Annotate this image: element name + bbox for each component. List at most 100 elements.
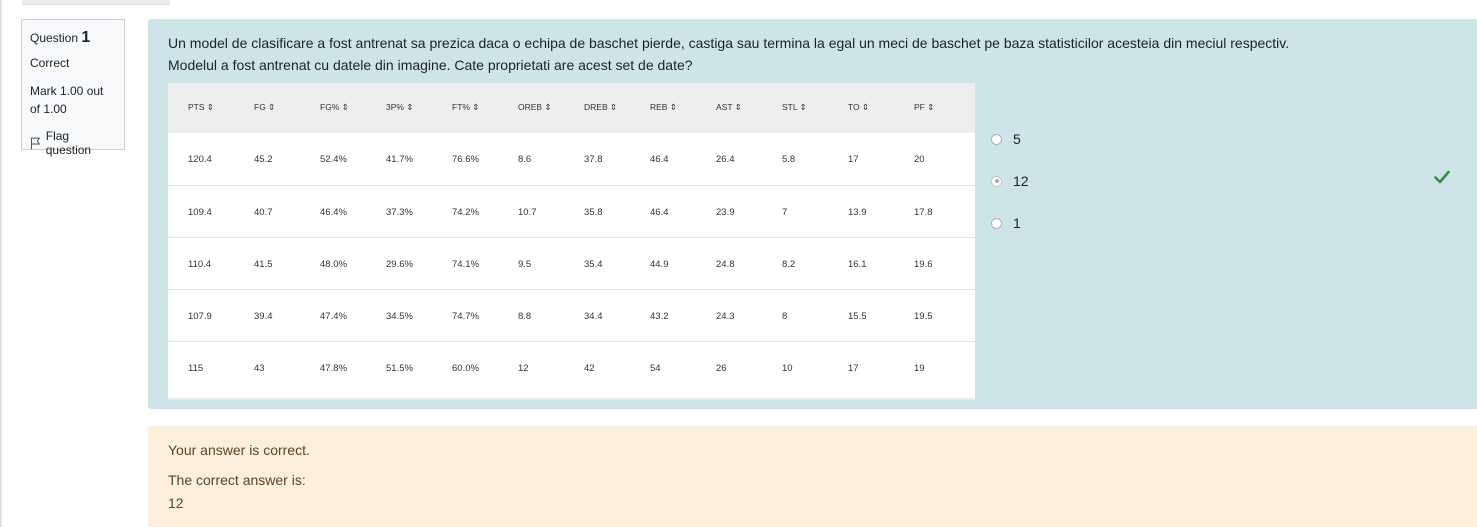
table-row: 109.4 40.7 46.4% 37.3% 74.2% 10.7 35.8 46.4 23.9… <box>168 185 975 238</box>
table-cell-oreb: 9.5 <box>518 259 532 270</box>
table-cell-ft-pct: 74.1% <box>452 259 479 270</box>
table-cell-3p-pct: 34.5% <box>386 311 413 322</box>
table-cell-ast: 26.4 <box>716 154 735 165</box>
radio-option-1[interactable] <box>991 217 1002 229</box>
answer-option-1[interactable]: 1 <box>991 215 1021 231</box>
table-cell-oreb: 8.8 <box>518 311 532 322</box>
column-header-stl: STL ⇕ <box>782 102 807 112</box>
table-cell-fg-pct: 47.4% <box>320 311 347 322</box>
previous-region-edge <box>22 0 170 5</box>
table-cell-ast: 24.8 <box>716 259 735 270</box>
table-cell-fg: 45.2 <box>254 154 273 165</box>
table-cell-oreb: 10.7 <box>518 207 537 218</box>
table-cell-pf: 19 <box>914 363 925 374</box>
table-cell-pf: 17.8 <box>914 207 933 218</box>
table-cell-pf: 20 <box>914 154 925 165</box>
table-cell-ft-pct: 74.7% <box>452 311 479 322</box>
table-cell-reb: 46.4 <box>650 154 669 165</box>
correct-answer-value: 12 <box>168 495 184 511</box>
table-cell-fg: 40.7 <box>254 207 273 218</box>
table-cell-fg-pct: 46.4% <box>320 207 347 218</box>
table-cell-pts: 107.9 <box>188 311 212 322</box>
table-cell-ft-pct: 74.2% <box>452 207 479 218</box>
column-header-ft-pct: FT% ⇕ <box>452 102 480 112</box>
question-text-line-2: Modelul a fost antrenat cu datele din im… <box>168 57 693 73</box>
table-cell-dreb: 34.4 <box>584 311 603 322</box>
table-cell-3p-pct: 37.3% <box>386 207 413 218</box>
table-cell-fg: 43 <box>254 363 265 374</box>
table-cell-pts: 110.4 <box>188 259 212 270</box>
table-cell-pf: 19.5 <box>914 311 933 322</box>
column-header-dreb: DREB ⇕ <box>584 102 618 112</box>
table-cell-to: 15.5 <box>848 311 867 322</box>
table-cell-ast: 26 <box>716 363 727 374</box>
question-number-value: 1 <box>81 29 91 46</box>
table-cell-ft-pct: 76.6% <box>452 154 479 165</box>
table-cell-to: 16.1 <box>848 259 867 270</box>
table-row: 107.9 39.4 47.4% 34.5% 74.7% 8.8 34.4 43.2 24.3 8… <box>168 289 975 342</box>
column-header-fg: FG ⇕ <box>254 102 276 112</box>
table-row: 110.4 41.5 48.0% 29.6% 74.1% 9.5 35.4 44.9 24.8 8… <box>168 237 975 290</box>
question-text-line-1: Un model de clasificare a fost antrenat … <box>168 35 1290 51</box>
table-cell-stl: 7 <box>782 207 788 218</box>
column-header-to: TO ⇕ <box>848 102 870 112</box>
question-text: Un model de clasificare a fost antrenat … <box>168 32 1448 76</box>
table-cell-fg-pct: 48.0% <box>320 259 347 270</box>
table-cell-oreb: 8.6 <box>518 154 532 165</box>
table-cell-fg: 41.5 <box>254 259 273 270</box>
table-cell-reb: 44.9 <box>650 259 669 270</box>
table-cell-reb: 46.4 <box>650 207 669 218</box>
column-header-ast: AST ⇕ <box>716 102 742 112</box>
answer-label-1: 1 <box>1013 215 1021 231</box>
table-cell-fg-pct: 52.4% <box>320 154 347 165</box>
column-header-fg-pct: FG% ⇕ <box>320 102 349 112</box>
check-icon <box>1434 170 1450 184</box>
column-header-oreb: OREB ⇕ <box>518 102 552 112</box>
table-cell-dreb: 35.8 <box>584 207 603 218</box>
feedback-result: Your answer is correct. <box>168 442 310 458</box>
flag-question-link[interactable]: Flag question <box>30 129 116 157</box>
table-cell-ast: 23.9 <box>716 207 735 218</box>
table-cell-stl: 8.2 <box>782 259 796 270</box>
answer-option-5[interactable]: 5 <box>991 131 1021 147</box>
table-cell-pf: 19.6 <box>914 259 933 270</box>
answer-label-12: 12 <box>1013 173 1029 189</box>
table-cell-fg: 39.4 <box>254 311 273 322</box>
question-label: Question <box>30 31 79 45</box>
column-header-pts: PTS ⇕ <box>188 102 215 112</box>
dataset-table-image: PTS ⇕ FG ⇕ FG% ⇕ 3P% ⇕ FT% ⇕ OREB ⇕ DREB ⇕ REB … <box>168 83 975 400</box>
answer-option-12[interactable]: 12 <box>991 173 1029 189</box>
table-cell-dreb: 42 <box>584 363 595 374</box>
table-cell-dreb: 35.4 <box>584 259 603 270</box>
feedback-panel: Your answer is correct. The correct answ… <box>148 426 1477 527</box>
question-grade: Mark 1.00 out of 1.00 <box>30 84 104 116</box>
table-cell-to: 13.9 <box>848 207 867 218</box>
question-number: Question 1 <box>30 29 116 47</box>
radio-option-5[interactable] <box>991 133 1002 145</box>
column-header-3p-pct: 3P% ⇕ <box>386 102 414 112</box>
table-row: 120.4 45.2 52.4% 41.7% 76.6% 8.6 37.8 46.4 26.4 5… <box>168 133 975 185</box>
question-state: Correct <box>30 56 70 70</box>
correct-answer-label: The correct answer is: <box>168 472 306 488</box>
table-cell-fg-pct: 47.8% <box>320 363 347 374</box>
table-cell-3p-pct: 51.5% <box>386 363 413 374</box>
flag-icon <box>30 137 41 149</box>
table-cell-ast: 24.3 <box>716 311 735 322</box>
table-cell-pts: 109.4 <box>188 207 212 218</box>
left-border <box>0 0 2 527</box>
table-cell-3p-pct: 41.7% <box>386 154 413 165</box>
table-cell-to: 17 <box>848 154 859 165</box>
table-cell-stl: 5.8 <box>782 154 796 165</box>
question-formulation: Un model de clasificare a fost antrenat … <box>148 19 1477 409</box>
table-cell-to: 17 <box>848 363 859 374</box>
table-cell-pts: 120.4 <box>188 154 212 165</box>
answer-label-5: 5 <box>1013 131 1021 147</box>
table-row: 115 43 47.8% 51.5% 60.0% 12 42 54 26 10 17 19 <box>168 341 975 394</box>
radio-option-12[interactable] <box>991 175 1002 187</box>
flag-question-label: Flag question <box>45 129 92 157</box>
table-header: PTS ⇕ FG ⇕ FG% ⇕ 3P% ⇕ FT% ⇕ OREB ⇕ DREB ⇕ REB … <box>168 83 975 133</box>
table-cell-reb: 54 <box>650 363 661 374</box>
table-cell-dreb: 37.8 <box>584 154 603 165</box>
table-cell-stl: 8 <box>782 311 788 322</box>
table-cell-pts: 115 <box>188 363 204 374</box>
